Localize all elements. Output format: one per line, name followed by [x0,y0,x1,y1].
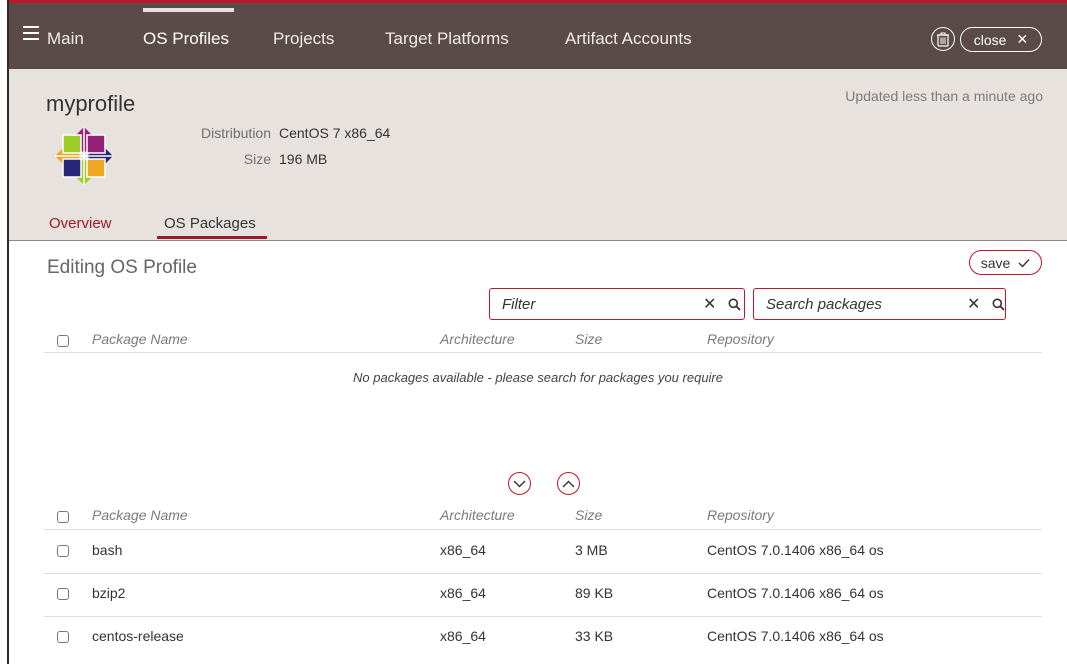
row-checkbox[interactable] [57,545,69,557]
empty-message: No packages available - please search fo… [353,370,723,385]
col-architecture[interactable]: Architecture [440,331,515,347]
col-package-name[interactable]: Package Name [92,507,188,523]
clear-icon[interactable]: ✕ [703,294,716,314]
clear-icon[interactable]: ✕ [967,294,980,314]
package-name: bzip2 [92,585,126,601]
nav-target-platforms[interactable]: Target Platforms [385,29,509,49]
nav-projects[interactable]: Projects [273,29,334,49]
app: Main OS Profiles Projects Target Platfor… [9,0,1067,664]
nav-artifact-accounts[interactable]: Artifact Accounts [565,29,692,49]
close-icon: ✕ [1016,31,1029,47]
search-icon[interactable] [728,293,742,315]
package-arch: x86_64 [440,542,486,558]
package-repo: CentOS 7.0.1406 x86_64 os [707,585,884,601]
nav-main[interactable]: Main [47,29,84,49]
trash-icon [937,32,949,47]
distribution-label: Distribution [200,125,271,141]
package-size: 3 MB [575,542,608,558]
save-label: save [980,254,1011,271]
col-repository[interactable]: Repository [707,331,774,347]
package-repo: CentOS 7.0.1406 x86_64 os [707,542,884,558]
nav-os-profiles[interactable]: OS Profiles [143,29,229,49]
filter-box: ✕ [489,288,745,320]
distribution-value: CentOS 7 x86_64 [279,125,391,141]
header-divider [44,529,1042,530]
tab-overview[interactable]: Overview [49,215,112,232]
save-check-icon [1018,258,1030,268]
select-all-available-checkbox[interactable] [57,511,69,523]
package-search-box: ✕ [753,288,1006,320]
filter-input[interactable] [502,290,703,318]
header-divider [44,352,1042,353]
window-left-edge [0,0,9,664]
col-size[interactable]: Size [575,331,602,347]
package-name: centos-release [92,628,184,644]
save-button[interactable]: save [969,250,1042,275]
package-name: bash [92,542,123,558]
package-size: 89 KB [575,585,614,601]
row-checkbox[interactable] [57,588,69,600]
delete-button[interactable] [931,27,955,51]
col-size[interactable]: Size [575,507,602,523]
package-arch: x86_64 [440,585,486,601]
row-checkbox[interactable] [57,631,69,643]
package-repo: CentOS 7.0.1406 x86_64 os [707,628,884,644]
section-title: Editing OS Profile [47,257,197,278]
package-size: 33 KB [575,628,614,644]
nav-active-indicator [143,8,234,12]
top-nav: Main OS Profiles Projects Target Platfor… [9,0,1067,69]
size-label: Size [243,151,271,167]
col-architecture[interactable]: Architecture [440,507,515,523]
col-repository[interactable]: Repository [707,507,774,523]
col-package-name[interactable]: Package Name [92,331,188,347]
centos-logo [55,127,113,185]
menu-icon[interactable] [23,26,39,40]
package-arch: x86_64 [440,628,486,644]
updated-timestamp: Updated less than a minute ago [845,88,1043,104]
chevron-up-icon [562,480,575,487]
search-icon[interactable] [992,293,1006,315]
row-divider [44,616,1042,617]
chevron-down-icon [513,480,526,487]
profile-header: myprofile Updated less than a minute ago… [9,69,1067,241]
row-divider [44,573,1042,574]
tab-active-indicator [157,236,267,239]
move-up-button[interactable] [557,472,580,495]
move-down-button[interactable] [508,472,531,495]
close-label: close [973,31,1007,48]
close-button[interactable]: close ✕ [960,27,1042,52]
select-all-selected-checkbox[interactable] [57,335,69,347]
tab-os-packages[interactable]: OS Packages [164,215,256,232]
profile-name: myprofile [46,91,136,116]
size-value: 196 MB [279,151,328,167]
package-search-input[interactable] [766,290,967,318]
